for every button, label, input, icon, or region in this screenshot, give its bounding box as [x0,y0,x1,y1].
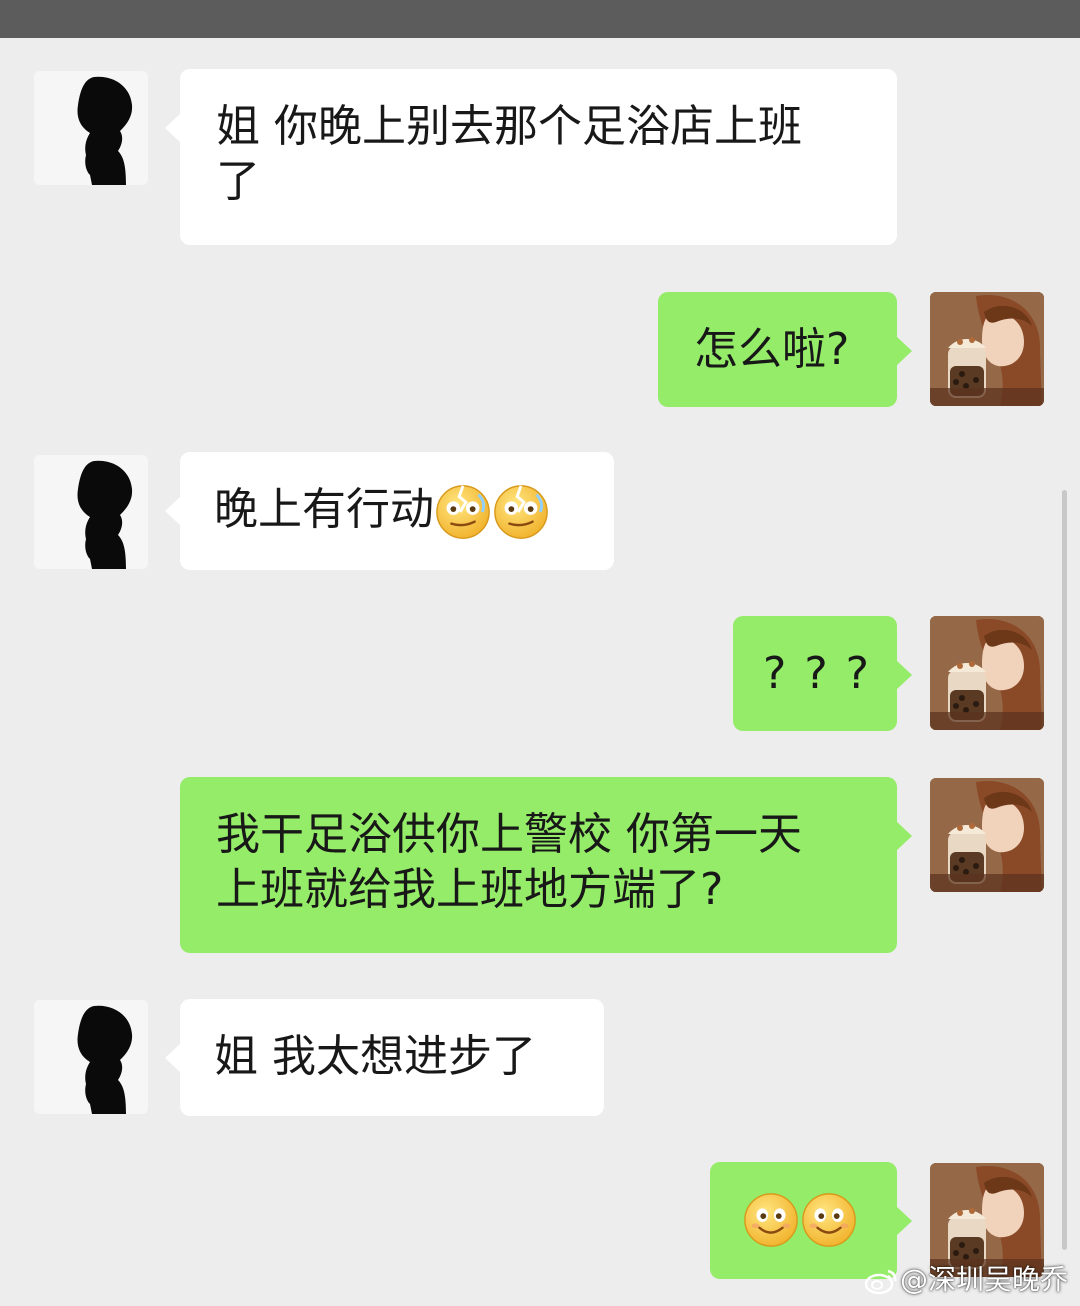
message-text: 晚上有行动 [214,484,434,535]
message-text-line: 上班就给我上班地方端了? [216,864,724,915]
self-avatar[interactable] [930,292,1044,406]
message-bubble-incoming[interactable]: 姐 我太想进步了 [165,999,604,1116]
message-text-line: 姐 我太想进步了 [214,1031,536,1082]
message-text-line: 晚上有行动 [214,482,580,541]
message-bubble-incoming[interactable]: 姐 你晚上别去那个足浴店上班 了 [165,69,897,245]
self-avatar[interactable] [930,778,1044,892]
message-text-line: 怎么啦? [694,324,850,375]
status-bar [0,0,1080,38]
silhouette-avatar-icon [34,1000,148,1114]
girl-photo-avatar-icon [930,778,1044,892]
smile-emoji-icon [800,1191,858,1249]
watermark-text: @深圳吴晚乔 [899,1263,1068,1296]
message-text-line: ? ? ? [763,648,872,699]
contact-avatar[interactable] [34,71,148,185]
silhouette-avatar-icon [34,455,148,569]
message-bubble-incoming[interactable]: 晚上有行动 [165,452,614,570]
message-bubble-outgoing[interactable]: 我干足浴供你上警校 你第一天 上班就给我上班地方端了? [180,777,912,953]
girl-photo-avatar-icon [930,616,1044,730]
smile-emoji-icon [742,1191,800,1249]
weibo-icon [864,1269,897,1295]
message-emoji-line [742,1190,865,1249]
self-avatar[interactable] [930,616,1044,730]
chat-scrollbar[interactable] [1062,490,1067,1250]
contact-avatar[interactable] [34,455,148,569]
girl-photo-avatar-icon [930,292,1044,406]
message-text-line: 我干足浴供你上警校 你第一天 [216,809,802,860]
grimace-emoji-icon [434,483,492,541]
silhouette-avatar-icon [34,71,148,185]
weibo-watermark: @深圳吴晚乔 [864,1258,1068,1298]
contact-avatar[interactable] [34,1000,148,1114]
message-bubble-outgoing[interactable]: ? ? ? [733,616,912,731]
message-text-line: 了 [216,156,260,207]
grimace-emoji-icon [492,483,550,541]
message-bubble-outgoing[interactable]: 怎么啦? [658,292,912,407]
message-text-line: 姐 你晚上别去那个足浴店上班 [216,101,802,152]
